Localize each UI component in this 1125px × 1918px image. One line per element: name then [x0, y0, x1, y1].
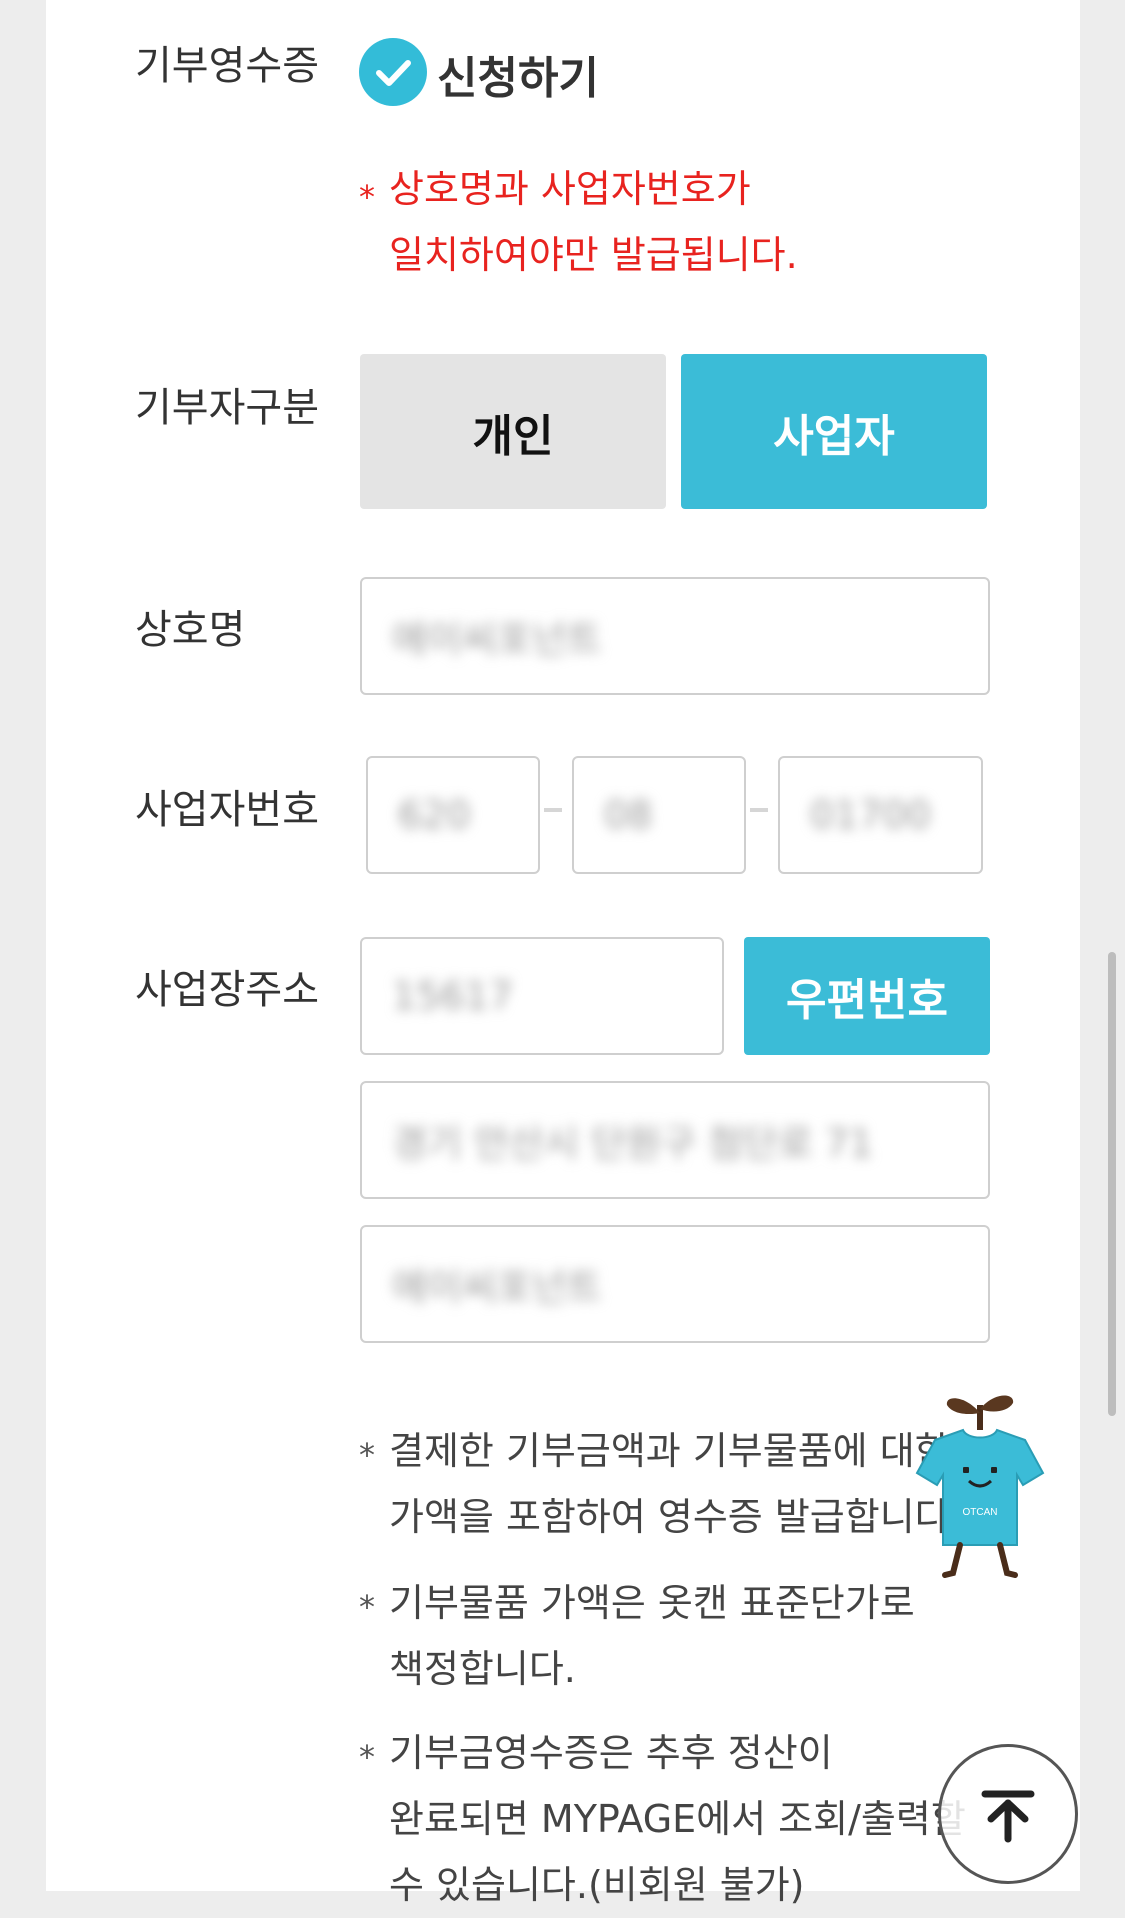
dash-separator	[544, 808, 562, 812]
business-number-part1-value: 620	[398, 793, 471, 837]
warning-line-2: 일치하여야만 발급됩니다.	[389, 233, 798, 277]
note-3-line-3: 수 있습니다.(비회원 불가)	[389, 1863, 805, 1907]
arrow-up-icon	[981, 1790, 1035, 1843]
business-number-part3-input[interactable]: 01700	[778, 756, 983, 874]
dash-separator	[750, 808, 768, 812]
donor-type-label: 기부자구분	[135, 385, 319, 431]
check-icon	[376, 60, 411, 86]
business-number-part3-value: 01700	[810, 793, 931, 837]
note-1-star: *	[359, 1436, 375, 1474]
business-number-label: 사업자번호	[135, 787, 319, 833]
zip-code-search-button[interactable]: 우편번호	[744, 937, 990, 1055]
company-name-label: 상호명	[135, 607, 246, 653]
company-name-value: 에이씨포넌트	[392, 617, 602, 662]
address-line1-input[interactable]: 경기 안산시 단원구 첨단로 71	[360, 1081, 990, 1199]
zip-code-value: 15617	[392, 974, 513, 1018]
business-number-part1-input[interactable]: 620	[366, 756, 540, 874]
warning-line-1: 상호명과 사업자번호가	[389, 167, 751, 211]
note-3-star: *	[359, 1738, 375, 1776]
company-name-input[interactable]: 에이씨포넌트	[360, 577, 990, 695]
mascot-text: OTCAN	[963, 1507, 998, 1518]
address-line2-input[interactable]: 에이씨포넌트	[360, 1225, 990, 1343]
zip-code-input[interactable]: 15617	[360, 937, 724, 1055]
business-number-part2-value: 08	[604, 793, 653, 837]
business-address-label: 사업장주소	[135, 967, 319, 1013]
note-2-line-1: 기부물품 가액은 옷캔 표준단가로	[389, 1581, 915, 1625]
scrollbar[interactable]	[1108, 952, 1116, 1416]
address-line1-value: 경기 안산시 단원구 첨단로 71	[392, 1121, 874, 1166]
note-3-line-2: 완료되면 MYPAGE에서 조회/출력할	[389, 1797, 966, 1841]
scroll-to-top-button[interactable]	[938, 1744, 1078, 1884]
note-2-star: *	[359, 1588, 375, 1626]
address-line2-value: 에이씨포넌트	[392, 1265, 602, 1310]
note-3-line-1: 기부금영수증은 추후 정산이	[389, 1731, 833, 1775]
note-2-line-2: 책정합니다.	[389, 1647, 576, 1691]
note-1-line-1: 결제한 기부금액과 기부물품에 대한	[389, 1429, 950, 1473]
mascot-button[interactable]: OTCAN	[905, 1385, 1055, 1585]
warning-star: *	[359, 178, 375, 216]
donor-type-individual-button[interactable]: 개인	[360, 354, 666, 509]
mascot-icon: OTCAN	[915, 1395, 1045, 1578]
note-1-line-2: 가액을 포함하여 영수증 발급합니다.	[389, 1495, 962, 1539]
receipt-checkbox[interactable]	[359, 38, 427, 106]
receipt-checkbox-label[interactable]: 신청하기	[437, 42, 599, 106]
donor-type-business-button[interactable]: 사업자	[681, 354, 987, 509]
business-number-part2-input[interactable]: 08	[572, 756, 746, 874]
receipt-label: 기부영수증	[135, 43, 319, 89]
